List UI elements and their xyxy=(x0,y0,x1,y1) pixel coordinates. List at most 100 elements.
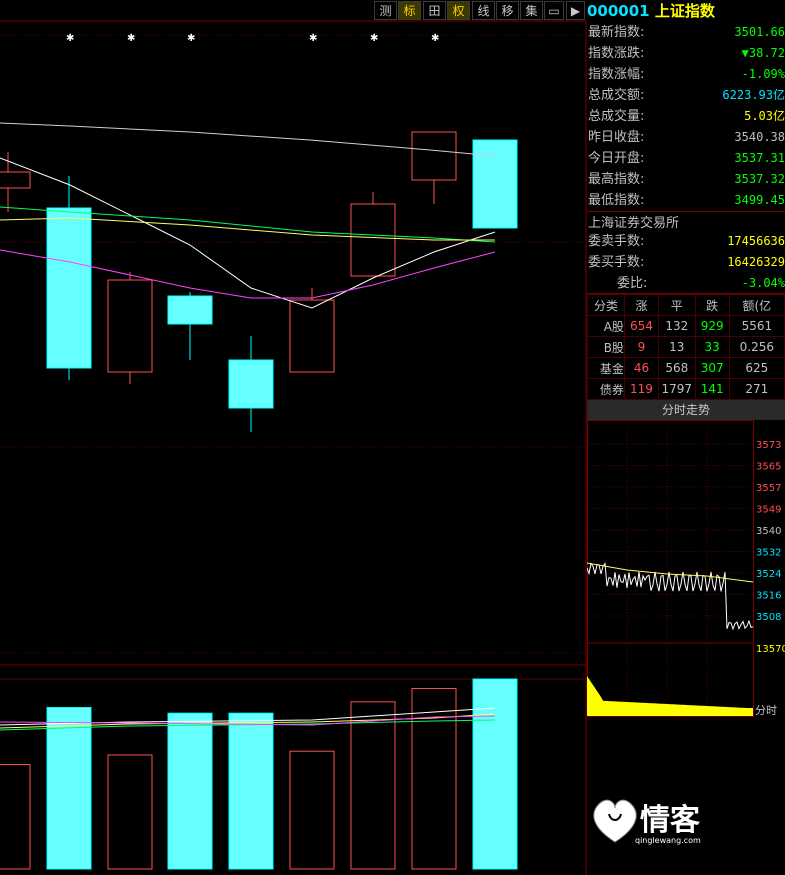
quote-row: 最低指数: 3499.45 xyxy=(587,190,785,211)
cell-up: 654 xyxy=(623,315,660,337)
cell-amt: 625 xyxy=(728,357,785,379)
quote-value: 6223.93亿 xyxy=(722,88,785,102)
toolbar-mark-button[interactable]: 标 xyxy=(398,1,421,20)
event-mark: ✱ xyxy=(127,33,135,44)
minute-y-tick: 3508 xyxy=(756,612,781,623)
minute-y-tick: 3532 xyxy=(756,548,781,559)
quote-row: 总成交额: 6223.93亿 xyxy=(587,85,785,106)
toolbar-measure-button[interactable]: 测 xyxy=(374,1,397,20)
candle-body xyxy=(46,207,92,369)
minute-y-tick: 3516 xyxy=(756,591,781,602)
order-row: 委比: -3.04% xyxy=(587,273,785,294)
cell-up: 119 xyxy=(623,378,660,400)
toolbar-rights-button[interactable]: 权 xyxy=(447,1,470,20)
table-row: A股 654 132 929 5561 xyxy=(587,315,785,337)
quote-panel: 000001 上证指数 最新指数: 3501.66 指数涨跌: ▼38.72 指数涨幅:… xyxy=(587,0,785,875)
order-row: 委买手数: 16426329 xyxy=(587,252,785,273)
quote-label: 总成交量: xyxy=(588,109,645,124)
logo-sub: qinglewang.com xyxy=(635,836,701,845)
volume-bar xyxy=(107,754,153,870)
table-row: 债券 119 1797 141 271 xyxy=(587,378,785,400)
volume-bar xyxy=(350,701,396,870)
minute-y-tick: 3540 xyxy=(756,526,781,537)
quote-value: 3501.66 xyxy=(734,25,785,39)
stock-title: 000001 上证指数 xyxy=(587,0,715,22)
minute-vol-label: 13570 xyxy=(756,644,785,655)
minute-chart[interactable]: 3573 3565 3557 3549 3540 3532 3524 3516 3508 1357… xyxy=(587,420,785,720)
volume-bar xyxy=(228,712,274,870)
toolbar-move-button[interactable]: 移 xyxy=(496,1,519,20)
toolbar-play-icon-button[interactable]: ▶ xyxy=(566,1,585,20)
stock-name: 上证指数 xyxy=(654,2,715,20)
cell-amt: 5561 xyxy=(728,315,785,337)
header-cell: 额(亿 xyxy=(728,294,785,316)
toolbar-grid-button[interactable]: 田 xyxy=(423,1,446,20)
quote-value: -1.09% xyxy=(741,67,785,81)
volume-bar xyxy=(289,750,335,870)
candle-body xyxy=(472,139,518,229)
volume-bar xyxy=(46,707,92,870)
cell-flat: 132 xyxy=(658,315,696,337)
cell-down: 141 xyxy=(694,378,730,400)
table-row: B股 9 13 33 0.256 xyxy=(587,336,785,358)
kline-chart[interactable]: ✱ ✱ ✱ ✱ ✱ ✱ xyxy=(0,0,587,875)
cell-down: 929 xyxy=(694,315,730,337)
quote-label: 最新指数: xyxy=(588,25,645,40)
cell-flat: 13 xyxy=(658,336,696,358)
minute-y-tick: 3573 xyxy=(756,440,781,451)
candle-body xyxy=(0,171,31,189)
event-mark: ✱ xyxy=(370,33,378,44)
cell-cat: B股 xyxy=(587,336,625,358)
quote-label: 最低指数: xyxy=(588,193,645,208)
quote-value: ▼38.72 xyxy=(741,46,785,60)
quote-value: 3499.45 xyxy=(734,193,785,207)
quote-value: 3537.31 xyxy=(734,151,785,165)
header-cell: 分类 xyxy=(587,294,625,316)
minute-volume xyxy=(587,676,753,716)
toolbar-collect-button[interactable]: 集 xyxy=(520,1,543,20)
order-label: 委买手数: xyxy=(588,255,645,270)
minute-frame xyxy=(587,420,754,717)
candle-body xyxy=(411,131,457,181)
table-header: 分类涨平跌额(亿 xyxy=(587,294,785,316)
candle-body xyxy=(350,203,396,277)
cell-cat: A股 xyxy=(587,315,625,337)
volume-bar xyxy=(411,688,457,870)
candle-body xyxy=(167,295,213,325)
quote-row: 指数涨跌: ▼38.72 xyxy=(587,43,785,64)
volume-bar xyxy=(167,712,213,870)
cell-down: 33 xyxy=(694,336,730,358)
minute-footer: 分时 xyxy=(755,704,777,717)
volume-bar xyxy=(472,678,518,870)
header-cell: 平 xyxy=(658,294,696,316)
cell-up: 9 xyxy=(623,336,660,358)
cell-amt: 0.256 xyxy=(728,336,785,358)
quote-label: 指数涨幅: xyxy=(588,67,645,82)
cell-flat: 568 xyxy=(658,357,696,379)
quote-row: 最高指数: 3537.32 xyxy=(587,169,785,190)
market-stats-table: 分类涨平跌额(亿 A股 654 132 929 5561 B股 9 13 33 0.256 基金 46 5… xyxy=(587,294,785,400)
order-label: 委比: xyxy=(617,276,648,291)
quote-row: 昨日收盘: 3540.38 xyxy=(587,127,785,148)
minute-y-tick: 3549 xyxy=(756,505,781,516)
quote-value: 3537.32 xyxy=(734,172,785,186)
quote-label: 最高指数: xyxy=(588,172,645,187)
header-cell: 涨 xyxy=(623,294,660,316)
order-label: 委卖手数: xyxy=(588,234,645,249)
minute-chart-tab[interactable]: 分时走势 xyxy=(587,400,785,420)
cell-flat: 1797 xyxy=(658,378,696,400)
header-cell: 跌 xyxy=(694,294,730,316)
toolbar-window-icon-button[interactable]: ▭ xyxy=(544,1,564,20)
order-value: 17456636 xyxy=(727,234,785,248)
cell-up: 46 xyxy=(623,357,660,379)
order-value: -3.04% xyxy=(741,276,785,290)
quote-row: 今日开盘: 3537.31 xyxy=(587,148,785,169)
quote-value: 5.03亿 xyxy=(744,109,785,123)
cell-cat: 基金 xyxy=(587,357,625,379)
cell-cat: 债券 xyxy=(587,378,625,400)
toolbar-line-button[interactable]: 线 xyxy=(472,1,495,20)
candle-body xyxy=(107,279,153,373)
minute-y-tick: 3524 xyxy=(756,569,781,580)
quote-row: 最新指数: 3501.66 xyxy=(587,22,785,43)
candle-body xyxy=(228,359,274,409)
